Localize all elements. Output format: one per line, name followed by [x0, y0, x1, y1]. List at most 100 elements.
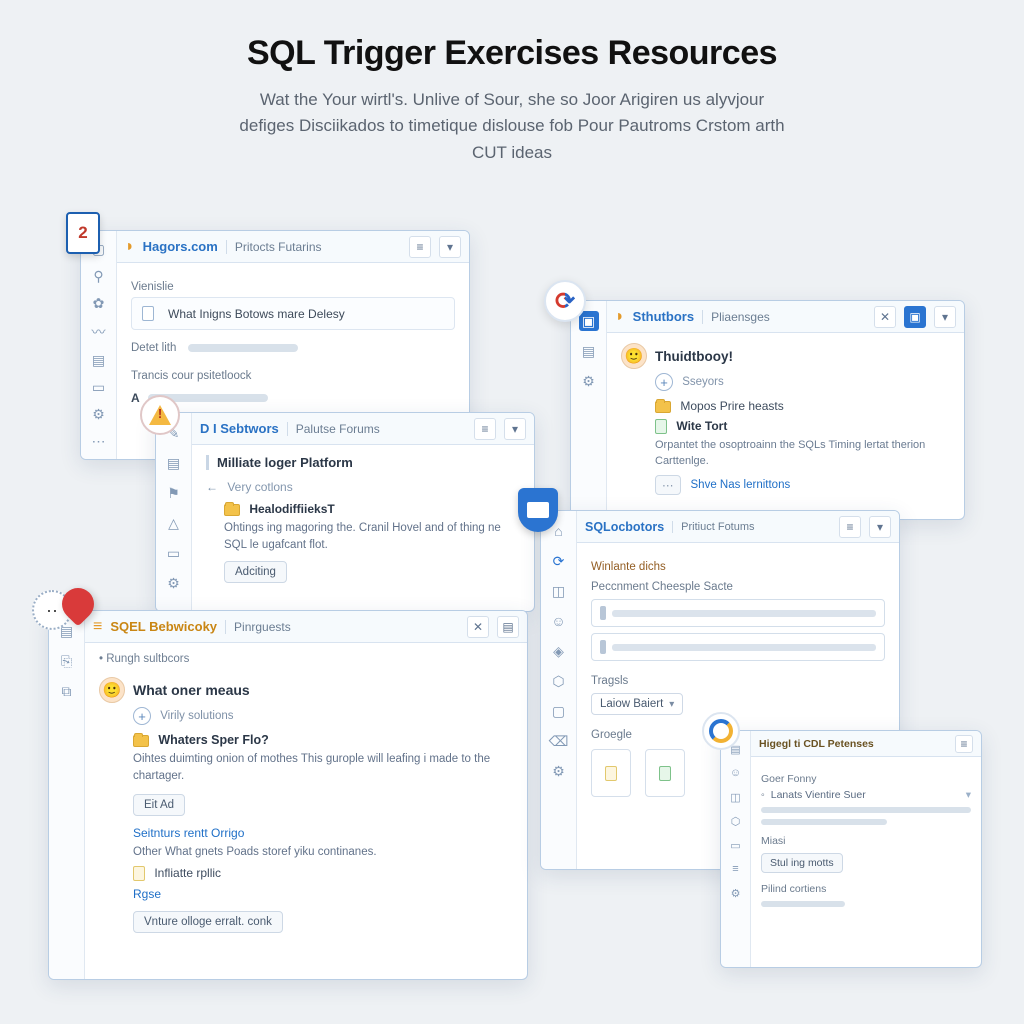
chevron-icon[interactable]: ▾	[869, 516, 891, 538]
search-icon[interactable]: ⚲	[89, 268, 109, 285]
window-title: Sthutbors	[633, 309, 694, 324]
window-title: D I Sebtwors	[200, 421, 279, 436]
section-label: Winlante dichs	[591, 561, 885, 573]
clipboard-icon[interactable]: ⎘	[57, 651, 77, 671]
file-icon	[655, 419, 667, 434]
list-item[interactable]: Lanats Vientire Suer	[771, 789, 866, 801]
gear-icon[interactable]: ⚙	[549, 761, 569, 781]
close-icon[interactable]: ✕	[874, 306, 896, 328]
calendar-icon[interactable]: ▤	[89, 352, 109, 369]
lock-icon[interactable]: ◫	[549, 581, 569, 601]
refresh-badge: ⟳	[544, 280, 586, 322]
settings-icon[interactable]: ⚙	[579, 371, 599, 391]
settings-icon[interactable]: ⚙	[164, 573, 184, 593]
chevron-down-icon[interactable]: ▾	[439, 236, 461, 258]
window-tab[interactable]: Pliaensges	[702, 310, 770, 324]
square-icon[interactable]: ▣	[904, 306, 926, 328]
close-icon[interactable]: ✕	[467, 616, 489, 638]
user-name: Thuidtbooy!	[655, 349, 733, 364]
flag-icon[interactable]: ⚑	[164, 483, 184, 503]
trash-icon[interactable]: ▭	[728, 837, 744, 853]
chart-icon[interactable]: 〰	[89, 322, 109, 342]
input-field[interactable]	[591, 633, 885, 661]
item-desc: Orpantet the osoptroainn the SQLs Timing…	[655, 438, 950, 469]
box-icon[interactable]: ▢	[549, 701, 569, 721]
square-icon[interactable]: ▣	[579, 311, 599, 331]
bookmark-icon[interactable]: ◫	[728, 789, 744, 805]
settings-icon[interactable]: ⚙	[89, 406, 109, 423]
more-icon[interactable]: ⋯	[89, 433, 109, 450]
refresh-icon[interactable]: ⟳	[549, 551, 569, 571]
user-icon[interactable]: ☺	[549, 611, 569, 631]
file-name[interactable]: HealodiffiieksT	[249, 502, 334, 516]
gear-icon[interactable]: ✿	[89, 295, 109, 312]
chevron-icon[interactable]: ▾	[966, 789, 971, 801]
back-link[interactable]: Very cotlons	[227, 480, 292, 494]
page-icon	[142, 306, 154, 321]
logo-icon: ◗	[125, 238, 135, 256]
thread-title: What oner meaus	[133, 682, 250, 698]
note-icon[interactable]: ▤	[164, 453, 184, 473]
alert-badge	[140, 395, 180, 435]
folder-icon[interactable]: ▭	[164, 543, 184, 563]
gear-icon[interactable]: ⚙	[728, 885, 744, 901]
card-title: What Inigns Botows mare Delesy	[168, 307, 345, 321]
input-field[interactable]	[591, 599, 885, 627]
chevron-down-icon: ▾	[669, 699, 674, 710]
window-disebtwors: ✎ ▤ ⚑ △ ▭ ⚙ D I Sebtwors Palutse Forums …	[155, 412, 535, 612]
section-label: Peccnment Cheesple Sacte	[591, 581, 885, 593]
small-button[interactable]: ⋯	[655, 475, 681, 495]
sidebar: ▤ ⎘ ⧉	[49, 611, 85, 979]
list-icon[interactable]: ≡	[728, 861, 744, 877]
menu-icon[interactable]: ≡	[955, 735, 973, 753]
page-subtitle: Wat the Your wirtl's. Unlive of Sour, sh…	[232, 87, 792, 166]
add-icon[interactable]: +	[133, 707, 151, 725]
action-button[interactable]: Stul ing motts	[761, 853, 843, 873]
breadcrumb[interactable]: Rungh sultbcors	[106, 653, 189, 665]
folder-icon	[224, 504, 240, 516]
tag-icon[interactable]: ⬡	[549, 671, 569, 691]
menu-icon[interactable]: ≡	[409, 236, 431, 258]
chevron-down-icon[interactable]: ▾	[504, 418, 526, 440]
dropdown[interactable]: Laiow Baiert ▾	[591, 693, 683, 715]
window-tab[interactable]: Pinrguests	[225, 620, 291, 634]
item-title[interactable]: Wite Tort	[676, 419, 727, 433]
menu-icon[interactable]: ▤	[497, 616, 519, 638]
back-arrow-icon[interactable]: ←	[206, 480, 218, 494]
edit-button[interactable]: Eit Ad	[133, 794, 185, 816]
placeholder-bar	[761, 819, 887, 825]
user-icon[interactable]: ☺	[728, 765, 744, 781]
tag-icon[interactable]: ⬡	[728, 813, 744, 829]
graph-icon[interactable]: △	[164, 513, 184, 533]
window-tab[interactable]: Pritiuct Fotums	[672, 521, 754, 533]
featured-card[interactable]: What Inigns Botows mare Delesy	[131, 297, 455, 330]
item-title[interactable]: Infliatte rpllic	[154, 866, 221, 880]
bookmark-icon[interactable]: ◈	[549, 641, 569, 661]
menu-icon[interactable]: ≡	[839, 516, 861, 538]
trash-icon[interactable]: ⌫	[549, 731, 569, 751]
item-title[interactable]: Mopos Prire heasts	[680, 399, 783, 413]
link[interactable]: Seitnturs rentt Orrigo	[133, 826, 244, 840]
chevron-icon[interactable]: ▾	[934, 306, 956, 328]
section-label: Vienislie	[131, 281, 455, 293]
clipboard-icon[interactable]: ▭	[89, 379, 109, 396]
window-tab[interactable]: Palutse Forums	[287, 422, 380, 436]
add-icon[interactable]: +	[655, 373, 673, 391]
folder-icon	[133, 735, 149, 747]
pin-badge	[62, 588, 94, 630]
window-sqel: ▤ ⎘ ⧉ ≡ SQEL Bebwicoky Pinrguests ✕ ▤ • …	[48, 610, 528, 980]
window-tab[interactable]: Pritocts Futarins	[226, 240, 322, 254]
file-card[interactable]	[645, 749, 685, 797]
action-button[interactable]: Vnture olloge erralt. conk	[133, 911, 283, 933]
link[interactable]: Rgse	[133, 887, 161, 901]
layers-icon[interactable]: ⧉	[57, 681, 77, 701]
item-desc: Oihtes duimting onion of mothes This gur…	[133, 751, 513, 786]
doc-icon[interactable]: ▤	[579, 341, 599, 361]
item-title[interactable]: Whaters Sper Flo?	[158, 733, 268, 747]
file-icon	[659, 766, 671, 781]
menu-icon[interactable]: ≡	[474, 418, 496, 440]
file-card[interactable]	[591, 749, 631, 797]
link[interactable]: Shve Nas lernittons	[691, 479, 791, 491]
action-button[interactable]: Adciting	[224, 561, 287, 583]
progress-ring-icon	[709, 719, 733, 743]
